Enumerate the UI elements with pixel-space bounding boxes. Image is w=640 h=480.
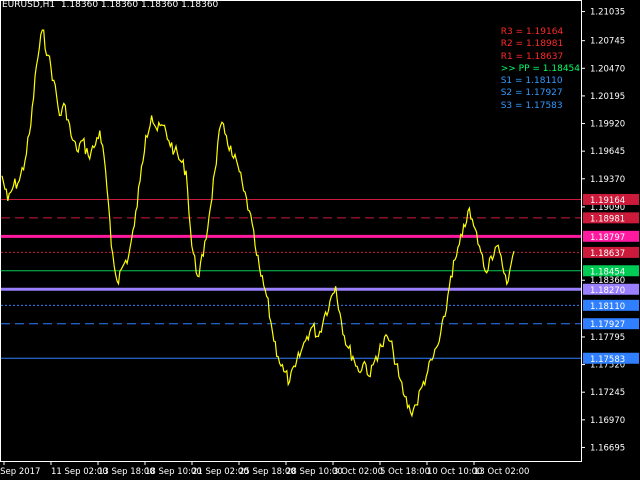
price-tag-label-magenta: 1.18797 <box>590 233 625 243</box>
y-tick-label: 1.19920 <box>590 120 625 130</box>
y-tick-label: 1.20195 <box>590 92 625 102</box>
x-tick-label: 6 Sep 2017 <box>0 467 40 477</box>
price-tag-label-lavender: 1.18270 <box>590 286 625 296</box>
price-tag-label-R2: 1.18981 <box>590 214 625 224</box>
y-tick-label: 1.16695 <box>590 443 625 453</box>
y-tick-label: 1.19370 <box>590 175 625 185</box>
y-tick-label: 1.20470 <box>590 64 625 74</box>
pivot-r2-label: R2 = 1.18981 <box>500 39 564 50</box>
price-tag-label-PP: 1.18454 <box>590 267 625 277</box>
y-tick-label: 1.21035 <box>590 8 625 18</box>
pivot-s1-label: S1 = 1.18110 <box>500 76 563 87</box>
price-tag-label-R1: 1.18637 <box>590 249 625 259</box>
y-tick-label: 1.20745 <box>590 37 625 47</box>
x-tick-label: 5 Oct 18:00 <box>380 467 430 477</box>
y-tick-label: 1.16970 <box>590 416 625 426</box>
y-tick-label: 1.19645 <box>590 147 625 157</box>
y-tick-label: 1.17245 <box>590 388 625 398</box>
price-tag-label-R3: 1.19164 <box>590 196 625 206</box>
plot-frame <box>0 0 582 462</box>
pivot-r1-label: R1 = 1.18637 <box>500 51 564 62</box>
pivot-pp-label: >> PP = 1.18454 <box>500 63 580 74</box>
pivot-panel: R3 = 1.19164 R2 = 1.18981 R1 = 1.18637 >… <box>501 26 580 112</box>
pivot-s2-label: S2 = 1.17927 <box>500 88 563 99</box>
price-tag-label-S3: 1.17583 <box>590 355 625 365</box>
y-tick-label: 1.17795 <box>590 333 625 343</box>
price-tag-label-S2: 1.17927 <box>590 320 625 330</box>
pivot-s3-label: S3 = 1.17583 <box>500 100 563 111</box>
pivot-r3-label: R3 = 1.19164 <box>500 27 564 37</box>
x-tick-label: 3 Oct 02:00 <box>333 467 383 477</box>
symbol-info: EURUSD,H1 1.18360 1.18360 1.18360 1.1836… <box>2 0 219 10</box>
x-tick-label: 13 Oct 02:00 <box>474 467 529 477</box>
price-tag-label-S1: 1.18110 <box>590 302 625 312</box>
